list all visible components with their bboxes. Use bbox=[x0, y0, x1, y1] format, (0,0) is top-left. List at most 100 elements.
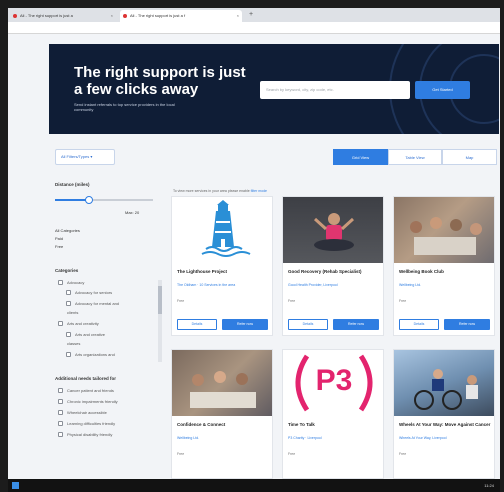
category-checkbox[interactable] bbox=[66, 301, 71, 306]
needs-label: Physical disability friendly bbox=[67, 432, 113, 437]
category-label: Advocacy for mental and bbox=[75, 301, 120, 306]
category-checkbox[interactable] bbox=[66, 332, 71, 337]
distance-max-label: Max: 20 bbox=[125, 210, 140, 215]
close-tab-icon[interactable]: × bbox=[237, 10, 239, 22]
service-card[interactable]: Good Recovery (Rehab Specialist) Good He… bbox=[282, 196, 384, 336]
filters-dropdown-button[interactable]: All Filters/Types ▾ bbox=[55, 149, 115, 165]
distance-slider-handle[interactable] bbox=[85, 196, 94, 204]
service-card[interactable]: Wheels At Your Way: Move Against Cancer … bbox=[393, 349, 495, 479]
card-title: Time To Talk bbox=[288, 422, 315, 427]
results-hint-text: To view more services in your area pleas… bbox=[173, 189, 250, 193]
category-label: clients bbox=[67, 310, 79, 315]
card-subtitle[interactable]: Good Health Provider, Liverpool bbox=[288, 283, 380, 287]
browser-tab-2[interactable]: Ali - The right support is just a f × bbox=[120, 10, 242, 22]
service-card[interactable]: Wellbeing Book Club Wellbeing Ltd. Free … bbox=[393, 196, 495, 336]
needs-checkbox[interactable] bbox=[58, 432, 63, 437]
needs-label: Learning difficulties friendly bbox=[67, 421, 116, 426]
card-price: Free bbox=[399, 299, 407, 303]
os-taskbar: 11:24 bbox=[8, 479, 500, 492]
card-price: Free bbox=[177, 452, 185, 456]
hero-search-button[interactable]: Get Started bbox=[415, 81, 470, 99]
category-label: Arts and creativity bbox=[67, 321, 99, 326]
details-button[interactable]: Details bbox=[288, 319, 328, 330]
distance-slider-fill bbox=[55, 199, 90, 201]
book-club-photo bbox=[394, 197, 494, 263]
needs-checkbox[interactable] bbox=[58, 410, 63, 415]
taskbar-clock: 11:24 bbox=[484, 483, 494, 488]
hero-search-input[interactable]: Search by keyword, city, zip code, etc. bbox=[260, 81, 410, 99]
card-price: Free bbox=[288, 299, 296, 303]
distance-slider[interactable] bbox=[55, 196, 153, 204]
lighthouse-logo-image bbox=[172, 197, 272, 263]
grid-view-button[interactable]: Grid View bbox=[333, 149, 388, 165]
card-price: Free bbox=[288, 452, 296, 456]
browser-tab-1[interactable]: Ali - The right support is just a × bbox=[10, 10, 116, 22]
card-photo bbox=[172, 350, 272, 416]
card-subtitle[interactable]: Wheels At Your Way, Liverpool bbox=[399, 436, 491, 440]
card-subtitle[interactable]: P3 Charity · Liverpool bbox=[288, 436, 380, 440]
card-subtitle[interactable]: Wellbeing Ltd. bbox=[177, 436, 269, 440]
additional-needs-heading: Additional needs tailored for bbox=[55, 376, 117, 381]
category-checkbox[interactable] bbox=[58, 321, 63, 326]
category-label: classes bbox=[67, 341, 81, 346]
browser-tab-label: Ali - The right support is just a f bbox=[130, 13, 186, 18]
hero-subtitle: Send instant referrals to top service pr… bbox=[74, 102, 175, 112]
needs-label: Cancer patient and friends bbox=[67, 388, 114, 393]
category-label: Advocacy bbox=[67, 280, 85, 285]
card-photo bbox=[283, 197, 383, 263]
categories-scrollbar[interactable] bbox=[158, 280, 162, 362]
category-label: Arts organizations and bbox=[75, 352, 115, 357]
category-label: Advocacy for seniors bbox=[75, 290, 113, 295]
refer-button[interactable]: Refer now bbox=[222, 319, 268, 330]
refer-button[interactable]: Refer now bbox=[444, 319, 490, 330]
filter-mode-link[interactable]: filter mode bbox=[251, 189, 267, 193]
refer-button[interactable]: Refer now bbox=[333, 319, 379, 330]
p3-logo-image: P3 bbox=[283, 350, 383, 416]
card-title: Good Recovery (Rehab Specialist) bbox=[288, 269, 362, 274]
group-meeting-image bbox=[190, 371, 256, 408]
tab-strip: Ali - The right support is just a × Ali … bbox=[8, 8, 500, 22]
needs-label: Chronic impairments friendly bbox=[67, 399, 118, 404]
price-option[interactable]: All Categories bbox=[55, 228, 80, 233]
details-button[interactable]: Details bbox=[399, 319, 439, 330]
category-checkbox[interactable] bbox=[66, 352, 71, 357]
card-price: Free bbox=[177, 299, 185, 303]
p3-logo-text: P3 bbox=[315, 364, 353, 397]
service-card[interactable]: P3 Time To Talk P3 Charity · Liverpool F… bbox=[282, 349, 384, 479]
category-label: Arts and creative bbox=[75, 332, 106, 337]
price-option[interactable]: Paid bbox=[55, 236, 63, 241]
needs-label: Wheelchair accessible bbox=[67, 410, 107, 415]
needs-checkbox[interactable] bbox=[58, 421, 63, 426]
price-option[interactable]: Free bbox=[55, 244, 63, 249]
service-card[interactable]: Confidence & Connect Wellbeing Ltd. Free bbox=[171, 349, 273, 479]
distance-heading: Distance (miles) bbox=[55, 182, 90, 187]
scrollbar-thumb[interactable] bbox=[158, 286, 162, 314]
group-photo-image bbox=[410, 217, 482, 255]
lighthouse-icon bbox=[201, 200, 251, 257]
card-photo bbox=[394, 350, 494, 416]
view-toggle: Grid View Table View Map bbox=[333, 149, 497, 165]
card-subtitle[interactable]: Wellbeing Ltd. bbox=[399, 283, 491, 287]
card-title: Wheels At Your Way: Move Against Cancer bbox=[399, 422, 491, 427]
category-checkbox[interactable] bbox=[66, 290, 71, 295]
needs-checkbox[interactable] bbox=[58, 399, 63, 404]
hero-banner: The right support is just a few clicks a… bbox=[49, 44, 499, 134]
table-view-button[interactable]: Table View bbox=[388, 149, 442, 165]
card-title: Wellbeing Book Club bbox=[399, 269, 444, 274]
service-card[interactable]: The Lighthouse Project The Oldham · 10 S… bbox=[171, 196, 273, 336]
results-hint: To view more services in your area pleas… bbox=[173, 189, 267, 193]
needs-checkbox[interactable] bbox=[58, 388, 63, 393]
close-tab-icon[interactable]: × bbox=[111, 10, 113, 22]
address-bar[interactable] bbox=[8, 22, 500, 34]
category-checkbox[interactable] bbox=[58, 280, 63, 285]
browser-tab-label: Ali - The right support is just a bbox=[20, 13, 73, 18]
map-view-button[interactable]: Map bbox=[442, 149, 497, 165]
new-tab-icon[interactable]: + bbox=[246, 10, 256, 20]
categories-heading: Categories bbox=[55, 268, 79, 273]
windows-start-icon[interactable] bbox=[12, 482, 19, 489]
details-button[interactable]: Details bbox=[177, 319, 217, 330]
card-subtitle[interactable]: The Oldham · 10 Services in the area bbox=[177, 283, 269, 287]
card-title: The Lighthouse Project bbox=[177, 269, 228, 274]
cyclists-image bbox=[414, 369, 478, 410]
person-meditating-image bbox=[313, 213, 355, 251]
